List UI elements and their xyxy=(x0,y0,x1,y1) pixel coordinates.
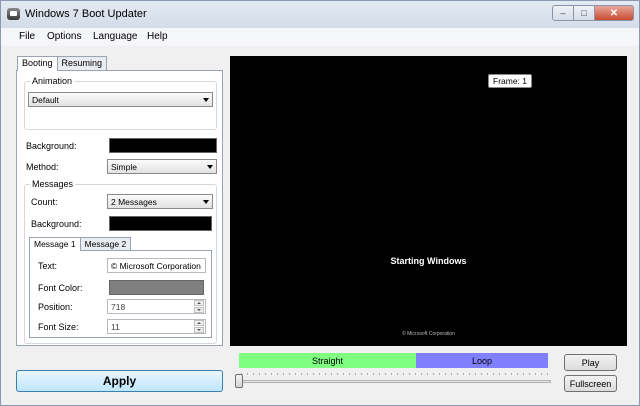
spinner-icon[interactable] xyxy=(194,300,204,313)
menu-file[interactable]: File xyxy=(19,31,35,42)
loop-segment[interactable]: Loop xyxy=(416,353,548,368)
method-select[interactable]: Simple xyxy=(107,159,217,174)
main-tabs: Booting Resuming xyxy=(17,56,108,71)
position-value: 718 xyxy=(111,302,126,312)
text-input-value: © Microsoft Corporation xyxy=(111,261,201,271)
title-bar[interactable]: Windows 7 Boot Updater – □ ✕ xyxy=(1,1,639,28)
frame-slider-track[interactable] xyxy=(242,380,551,383)
play-button[interactable]: Play xyxy=(564,354,617,371)
main-window: Windows 7 Boot Updater – □ ✕ File Option… xyxy=(0,0,640,406)
close-button[interactable]: ✕ xyxy=(594,5,634,21)
frame-label: Frame: 1 xyxy=(488,74,533,88)
tab-message-1[interactable]: Message 1 xyxy=(29,237,81,251)
tab-booting[interactable]: Booting xyxy=(17,56,58,71)
straight-segment[interactable]: Straight xyxy=(239,353,416,368)
apply-button[interactable]: Apply xyxy=(16,370,223,392)
font-size-value: 11 xyxy=(111,322,120,332)
count-select[interactable]: 2 Messages xyxy=(107,194,213,209)
frame-slider-handle[interactable] xyxy=(235,374,243,388)
font-color-label: Font Color: xyxy=(38,283,83,293)
tab-resuming[interactable]: Resuming xyxy=(56,56,108,70)
maximize-button[interactable]: □ xyxy=(573,5,595,21)
preview-copyright-text: © Microsoft Corporation xyxy=(402,331,455,337)
text-label: Text: xyxy=(38,261,58,271)
menu-options[interactable]: Options xyxy=(47,31,81,42)
chevron-down-icon xyxy=(203,98,209,102)
text-input[interactable]: © Microsoft Corporation xyxy=(107,258,206,273)
method-label: Method: xyxy=(26,162,59,172)
chevron-down-icon xyxy=(207,165,213,169)
fullscreen-button[interactable]: Fullscreen xyxy=(564,375,617,392)
message-tabs: Message 1 Message 2 xyxy=(29,237,132,251)
background-label: Background: xyxy=(26,141,77,151)
position-stepper[interactable]: 718 xyxy=(107,299,206,314)
slider-ticks xyxy=(241,373,552,375)
chevron-down-icon xyxy=(203,200,209,204)
animation-select[interactable]: Default xyxy=(28,92,213,107)
tab-message-2[interactable]: Message 2 xyxy=(79,237,132,250)
font-color-picker[interactable] xyxy=(109,280,204,295)
count-label: Count: xyxy=(31,197,58,207)
caption-buttons: – □ ✕ xyxy=(552,5,634,23)
minimize-button[interactable]: – xyxy=(552,5,574,21)
count-select-value: 2 Messages xyxy=(111,197,157,207)
font-size-label: Font Size: xyxy=(38,322,79,332)
animation-select-value: Default xyxy=(32,95,59,105)
menu-help[interactable]: Help xyxy=(147,31,168,42)
menu-language[interactable]: Language xyxy=(93,31,138,42)
window-title: Windows 7 Boot Updater xyxy=(25,8,147,20)
preview-main-text: Starting Windows xyxy=(390,256,467,266)
animation-group-label: Animation xyxy=(30,76,75,86)
menu-bar: File Options Language Help xyxy=(1,28,639,46)
font-size-stepper[interactable]: 11 xyxy=(107,319,206,334)
messages-background-label: Background: xyxy=(31,219,82,229)
messages-group-label: Messages xyxy=(30,179,76,189)
method-select-value: Simple xyxy=(111,162,137,172)
spinner-icon[interactable] xyxy=(194,320,204,333)
position-label: Position: xyxy=(38,302,73,312)
background-color-picker[interactable] xyxy=(109,138,217,153)
messages-background-color-picker[interactable] xyxy=(109,216,212,231)
app-icon xyxy=(7,8,20,20)
boot-preview: Frame: 1 Starting Windows © Microsoft Co… xyxy=(230,56,627,346)
